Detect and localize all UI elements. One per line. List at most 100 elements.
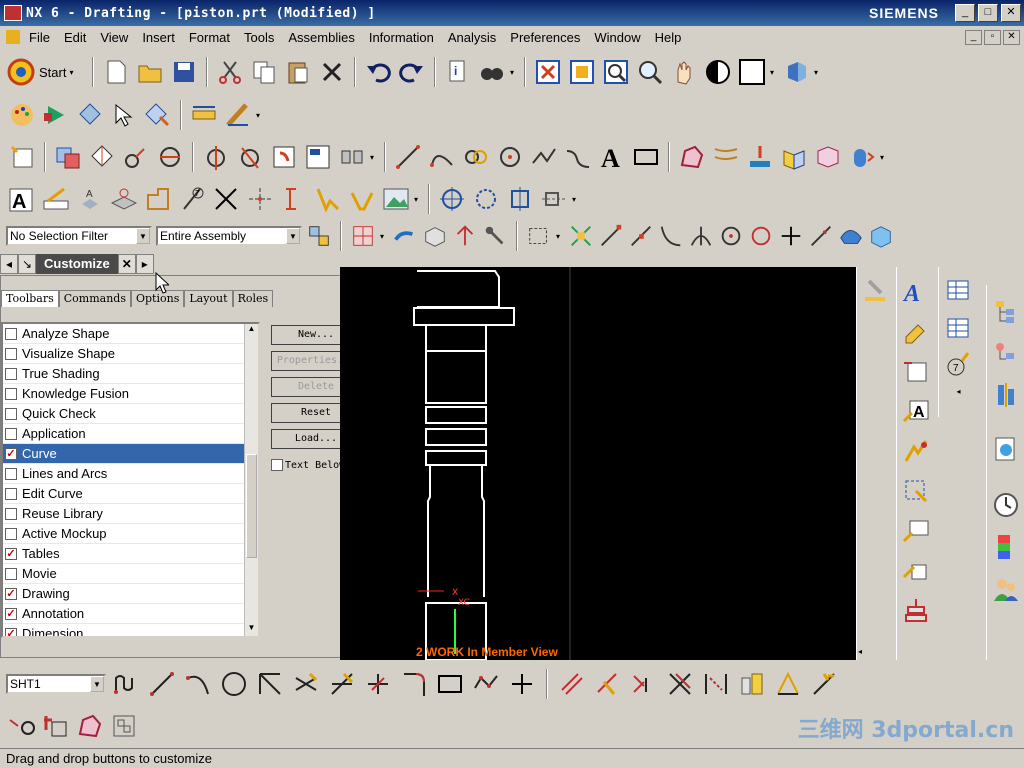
view-cube-icon[interactable] [868,220,894,252]
play-icon[interactable] [40,99,72,131]
alternate-solution-icon[interactable] [736,668,768,700]
new-sheet-icon[interactable] [6,141,38,173]
geometric-constraints-icon[interactable] [556,668,588,700]
sketch-circle-icon[interactable] [218,668,250,700]
orient-view-icon[interactable] [780,56,812,88]
leader-edit-icon[interactable] [900,555,932,587]
graphics-window[interactable]: X XC 2 WORK In Member View [340,267,856,661]
menu-edit[interactable]: Edit [57,30,93,45]
toolbar-checkbox[interactable] [5,387,17,400]
offset-center-icon[interactable] [538,183,570,215]
offset-curve-icon[interactable] [710,141,742,173]
palette-more-icon[interactable]: ◂ [939,387,978,396]
datum-symbol-icon[interactable] [900,595,932,627]
list-item[interactable]: Active Mockup [3,524,246,544]
measure-distance-icon[interactable] [188,99,220,131]
measure-angle-icon[interactable] [222,99,254,131]
mid-point-icon[interactable] [628,220,654,252]
select-face-icon[interactable] [422,220,448,252]
list-item[interactable]: Reuse Library [3,504,246,524]
fill-icon[interactable] [346,183,378,215]
toolbar-checkbox[interactable] [5,507,17,520]
sketch-corner-icon[interactable] [398,668,430,700]
selection-filter-dropdown[interactable]: No Selection Filter ▼ [6,226,152,246]
circle-link-icon[interactable] [460,141,492,173]
rectangle-select-icon[interactable] [526,220,552,252]
undo-icon[interactable] [362,56,394,88]
toolbar-checkbox[interactable] [5,367,17,380]
menu-information[interactable]: Information [362,30,441,45]
quick-trim-icon[interactable] [290,668,322,700]
tab-roles[interactable]: Roles [232,290,274,307]
centerline-icon[interactable] [244,183,276,215]
revolved-section-icon[interactable] [234,141,266,173]
toolbar-checkbox[interactable] [5,327,17,340]
doc-close-button[interactable]: ✕ [1003,29,1020,45]
fix-sketch-icon[interactable] [40,710,72,742]
boundary-icon[interactable] [676,141,708,173]
checkbox[interactable] [271,459,283,471]
menu-view[interactable]: View [93,30,135,45]
assembly-filter-icon[interactable] [306,220,332,252]
pan-icon[interactable] [668,56,700,88]
maximize-button[interactable]: □ [978,4,998,22]
polyline-icon[interactable] [528,141,560,173]
extract-curve-icon[interactable] [846,141,878,173]
circle-icon[interactable] [494,141,526,173]
new-file-icon[interactable] [100,56,132,88]
system-materials-icon[interactable] [990,531,1022,563]
datum-target-icon[interactable] [108,183,140,215]
project-curve-icon[interactable] [744,141,776,173]
minimize-button[interactable]: _ [955,4,975,22]
detail-view-icon[interactable] [120,141,152,173]
zoom-in-out-icon[interactable] [634,56,666,88]
binoculars-icon[interactable] [476,56,508,88]
zoom-window-icon[interactable] [566,56,598,88]
sketch-rectangle-icon[interactable] [434,668,466,700]
sheet-dropdown[interactable]: SHT1 ▼ [6,674,106,694]
spline-icon[interactable] [562,141,594,173]
redo-icon[interactable] [396,56,428,88]
menu-format[interactable]: Format [182,30,237,45]
intersection-point-icon[interactable] [688,220,714,252]
tabular-note-icon[interactable] [942,273,974,305]
center-mark-icon[interactable] [504,183,536,215]
doc-restore-button[interactable]: ▫ [984,29,1001,45]
scroll-down-icon[interactable]: ▼ [246,623,257,636]
menu-assemblies[interactable]: Assemblies [281,30,361,45]
dimension-edit-icon[interactable] [900,475,932,507]
control-point-icon[interactable] [658,220,684,252]
list-item[interactable]: ✓ Annotation [3,604,246,624]
menu-window[interactable]: Window [587,30,647,45]
image-icon[interactable] [380,183,412,215]
information-icon[interactable]: i [442,56,474,88]
existing-point-icon[interactable] [778,220,804,252]
doc-minimize-button[interactable]: _ [965,29,982,45]
half-section-icon[interactable] [200,141,232,173]
edit-style-icon[interactable] [900,435,932,467]
arc-center-icon[interactable] [718,220,744,252]
sketch-point-icon[interactable] [506,668,538,700]
list-item[interactable]: ✓ Drawing [3,584,246,604]
intersection-icon[interactable] [812,141,844,173]
list-item[interactable]: ✓ Curve [3,444,246,464]
toolbar-checkbox[interactable]: ✓ [5,627,17,636]
edit-text-icon[interactable] [900,515,932,547]
make-corner-icon[interactable] [362,668,394,700]
list-item[interactable]: Quick Check [3,404,246,424]
symmetric-centerline-icon[interactable] [470,183,502,215]
menu-preferences[interactable]: Preferences [503,30,587,45]
studio-spline-icon[interactable] [470,668,502,700]
datum-feature-icon[interactable]: A [74,183,106,215]
web-browser-icon[interactable] [990,433,1022,465]
transform-icon[interactable] [142,99,174,131]
hatch-icon[interactable] [312,183,344,215]
toolbar-checkbox[interactable]: ✓ [5,587,17,600]
convert-reference-icon[interactable] [700,668,732,700]
reuse-library-icon[interactable] [990,379,1022,411]
sketch-line-icon[interactable] [146,668,178,700]
assembly-navigator-icon[interactable] [990,295,1022,327]
select-diamond-icon[interactable] [74,99,106,131]
nav-back-button[interactable]: ◂ [0,254,18,274]
fit-view-icon[interactable] [532,56,564,88]
